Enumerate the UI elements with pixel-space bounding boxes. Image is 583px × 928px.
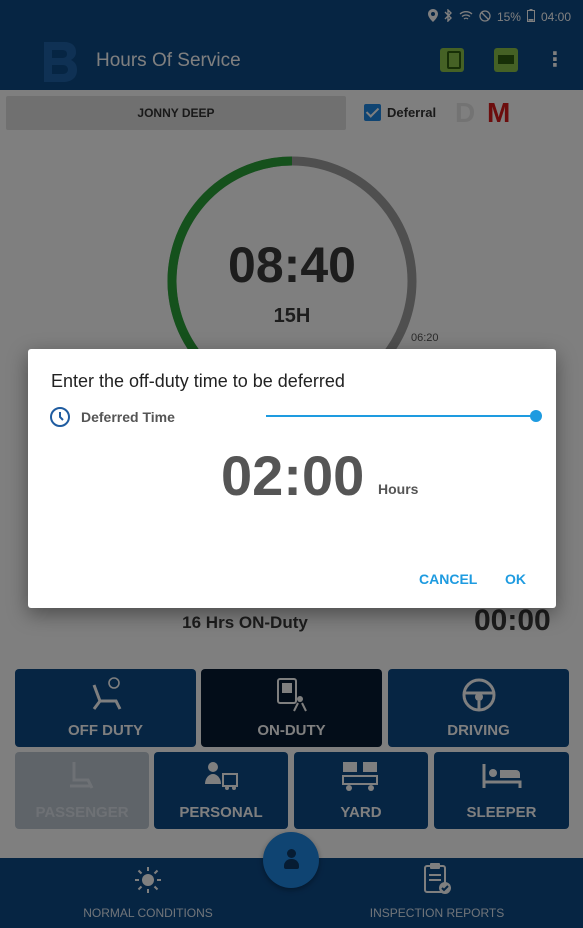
deferred-time-field: Deferred Time [49, 406, 175, 428]
deferred-time-label: Deferred Time [81, 409, 175, 425]
slider-thumb[interactable] [530, 410, 542, 422]
dialog-title: Enter the off-duty time to be deferred [51, 371, 345, 391]
deferral-dialog: Enter the off-duty time to be deferred D… [28, 349, 556, 608]
clock-icon [50, 407, 70, 427]
deferred-time-value: 02:00 [221, 444, 365, 507]
slider-track[interactable] [266, 415, 536, 417]
cancel-button[interactable]: CANCEL [419, 571, 477, 587]
app-screen: 15% 04:00 Hours Of Service ⋮ JONNY DEEP … [0, 0, 583, 928]
deferred-time-unit: Hours [378, 481, 419, 497]
ok-button[interactable]: OK [505, 571, 526, 587]
deferred-time-slider[interactable] [266, 408, 542, 424]
